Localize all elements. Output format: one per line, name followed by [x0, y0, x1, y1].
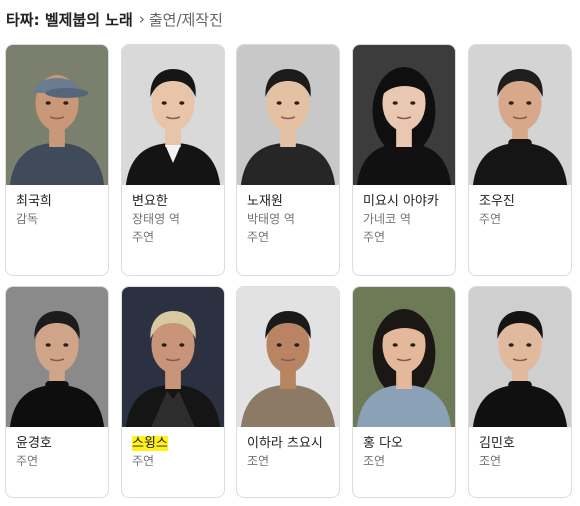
cast-name[interactable]: 미요시 아야카 [363, 193, 445, 210]
cast-card[interactable]: 김민호조연 [468, 286, 572, 498]
cast-photo[interactable] [122, 45, 224, 185]
cast-name[interactable]: 최국희 [16, 193, 98, 210]
cast-info: 노재원박태영 역주연 [237, 185, 339, 246]
cast-name[interactable]: 이하라 츠요시 [247, 435, 329, 452]
cast-info: 이하라 츠요시조연 [237, 427, 339, 470]
cast-info: 조우진주연 [469, 185, 571, 228]
cast-card[interactable]: 홍 다오조연 [352, 286, 456, 498]
cast-role: 조연 [479, 454, 502, 468]
cast-name[interactable]: 조우진 [479, 193, 561, 210]
cast-role: 감독 [16, 212, 39, 226]
cast-info: 홍 다오조연 [353, 427, 455, 470]
cast-info: 최국희감독 [6, 185, 108, 228]
cast-card[interactable]: 최국희감독 [5, 44, 109, 276]
cast-role: 주연 [132, 230, 155, 244]
cast-name[interactable]: 변요한 [132, 193, 214, 210]
cast-role: 주연 [247, 230, 270, 244]
cast-card[interactable]: 조우진주연 [468, 44, 572, 276]
cast-photo[interactable] [353, 45, 455, 185]
cast-role: 주연 [479, 212, 502, 226]
cast-card[interactable]: 미요시 아야카가네코 역주연 [352, 44, 456, 276]
cast-info: 변요한장태영 역주연 [122, 185, 224, 246]
cast-card[interactable]: 스윙스주연 [121, 286, 225, 498]
cast-card[interactable]: 변요한장태영 역주연 [121, 44, 225, 276]
cast-card[interactable]: 노재원박태영 역주연 [236, 44, 340, 276]
cast-name[interactable]: 홍 다오 [363, 435, 445, 452]
cast-name[interactable]: 윤경호 [16, 435, 98, 452]
cast-role: 주연 [132, 454, 155, 468]
cast-role: 가네코 역 [363, 212, 411, 226]
search-highlight: 스윙스 [132, 436, 168, 451]
page-title[interactable]: 타짜: 벨제붑의 노래 [6, 9, 133, 30]
cast-role: 주연 [16, 454, 39, 468]
cast-info: 스윙스주연 [122, 427, 224, 470]
cast-info: 김민호조연 [469, 427, 571, 470]
cast-photo[interactable] [237, 287, 339, 427]
section-title[interactable]: 출연/제작진 [149, 9, 223, 30]
cast-photo[interactable] [237, 45, 339, 185]
cast-info: 윤경호주연 [6, 427, 108, 470]
page-header: 타짜: 벨제붑의 노래 › 출연/제작진 [6, 8, 223, 30]
cast-card[interactable]: 이하라 츠요시조연 [236, 286, 340, 498]
cast-info: 미요시 아야카가네코 역주연 [353, 185, 455, 246]
cast-role: 조연 [247, 454, 270, 468]
cast-card[interactable]: 윤경호주연 [5, 286, 109, 498]
cast-role: 장태영 역 [132, 212, 180, 226]
chevron-right-icon: › [138, 10, 145, 28]
cast-photo[interactable] [353, 287, 455, 427]
cast-photo[interactable] [6, 45, 108, 185]
cast-photo[interactable] [469, 287, 571, 427]
cast-photo[interactable] [469, 45, 571, 185]
cast-photo[interactable] [6, 287, 108, 427]
cast-name[interactable]: 노재원 [247, 193, 329, 210]
cast-role: 조연 [363, 454, 386, 468]
cast-role: 박태영 역 [247, 212, 295, 226]
cast-name[interactable]: 김민호 [479, 435, 561, 452]
cast-photo[interactable] [122, 287, 224, 427]
cast-role: 주연 [363, 230, 386, 244]
cast-name[interactable]: 스윙스 [132, 435, 214, 452]
